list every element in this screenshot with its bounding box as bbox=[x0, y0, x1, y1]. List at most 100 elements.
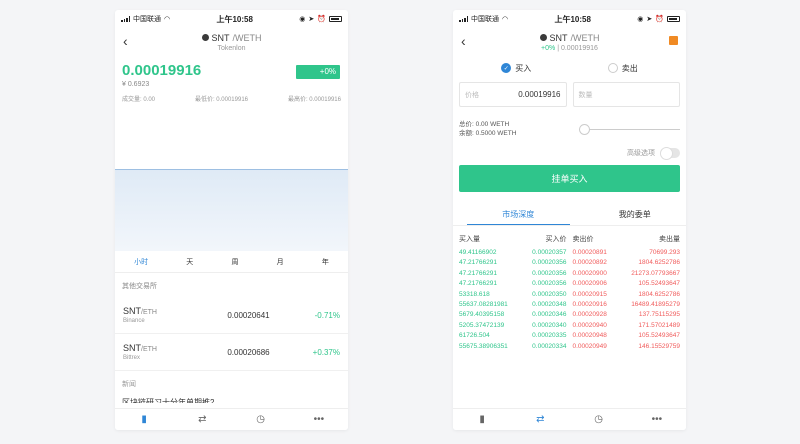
buy-price: 0.00020357 bbox=[532, 249, 567, 256]
exchange-pair-quote: /ETH bbox=[141, 309, 157, 316]
buy-amount: 5679.40395158 bbox=[459, 311, 505, 319]
exchange-row[interactable]: SNT/ETH Binance 0.00020641 -0.71% bbox=[115, 297, 348, 334]
amount-slider[interactable] bbox=[579, 123, 680, 135]
briefcase-icon[interactable] bbox=[669, 36, 678, 45]
pair-quote: /WETH bbox=[232, 32, 262, 43]
tab-month[interactable]: 月 bbox=[277, 257, 284, 267]
back-chevron-icon[interactable]: ‹ bbox=[123, 34, 128, 48]
exchange-pair-base: SNT bbox=[123, 306, 141, 316]
advanced-toggle[interactable] bbox=[660, 147, 680, 160]
place-buy-order-button[interactable]: 挂单买入 bbox=[459, 165, 680, 192]
pair-price: 0.00019916 bbox=[560, 44, 598, 52]
sell-price: 0.00020892 bbox=[572, 259, 607, 267]
sell-price: 0.00020928 bbox=[572, 311, 607, 319]
buy-label: 买入 bbox=[515, 63, 532, 73]
sell-amount: 105.52493647 bbox=[638, 332, 680, 340]
bottom-tab-bar: ▮ ⇄ ◷ ••• bbox=[115, 408, 348, 430]
buy-price: 0.00020334 bbox=[532, 342, 567, 350]
sell-price: 0.00020949 bbox=[572, 342, 607, 350]
buy-amount: 49.41166902 bbox=[459, 249, 497, 256]
tab-week[interactable]: 周 bbox=[231, 257, 238, 267]
pair-title: SNT/WETH bbox=[201, 32, 262, 43]
sell-price: 0.00020891 bbox=[572, 249, 607, 256]
header-buy-price: 买入价 bbox=[545, 236, 567, 243]
order-tabs: 市场深度 我的委单 bbox=[453, 206, 686, 226]
token-icon bbox=[539, 34, 547, 41]
exchange-subtitle: Tokenlon bbox=[217, 44, 246, 52]
exchange-pair-base: SNT bbox=[123, 343, 141, 353]
exchange-price: 0.00020641 bbox=[227, 310, 270, 320]
sell-price: 0.00020916 bbox=[572, 300, 607, 308]
tab-day[interactable]: 天 bbox=[186, 257, 193, 267]
exchange-change: +0.37% bbox=[312, 347, 340, 357]
history-clock-icon[interactable]: ◷ bbox=[589, 412, 609, 428]
sell-amount: 146.15529759 bbox=[638, 342, 680, 350]
sell-label: 卖出 bbox=[621, 63, 638, 73]
depth-row[interactable]: 47.21766291 0.00020356 0.00020906 105.52493… bbox=[453, 279, 686, 289]
news-item[interactable]: 区块链研习十分年单期推2 bbox=[115, 397, 348, 403]
history-clock-icon[interactable]: ◷ bbox=[251, 412, 271, 428]
tab-my-orders[interactable]: 我的委单 bbox=[584, 206, 687, 225]
header-sell-price: 卖出价 bbox=[572, 236, 594, 243]
buy-price: 0.00020356 bbox=[532, 280, 567, 288]
signal-icon bbox=[121, 16, 130, 22]
buy-option[interactable]: ✓ 买入 bbox=[463, 63, 570, 74]
exchange-arrows-icon[interactable]: ⇄ bbox=[192, 412, 212, 428]
advanced-options: 高级选项 bbox=[453, 139, 686, 161]
sell-amount: 105.52493647 bbox=[638, 280, 680, 288]
depth-row[interactable]: 5679.40395158 0.00020346 0.00020928 137.751… bbox=[453, 310, 686, 320]
sell-price: 0.00020940 bbox=[572, 321, 607, 329]
wifi-icon: ◠ bbox=[164, 16, 171, 23]
tab-market-depth[interactable]: 市场深度 bbox=[467, 206, 570, 225]
depth-row[interactable]: 47.21766291 0.00020356 0.00020892 1804.6252… bbox=[453, 258, 686, 268]
buy-amount: 55675.38906351 bbox=[459, 342, 508, 350]
back-chevron-icon[interactable]: ‹ bbox=[461, 34, 466, 48]
buy-amount: 55637.08281981 bbox=[459, 300, 508, 308]
status-bar: 中国联通 ◠ 上午10:58 ◉ ➤ ⏰ bbox=[453, 10, 686, 28]
exchange-arrows-icon[interactable]: ⇄ bbox=[530, 412, 550, 428]
pair-change: +0% bbox=[541, 44, 556, 52]
price-stats: 成交量: 0.00 最低价: 0.00019916 最高价: 0.0001991… bbox=[122, 94, 341, 103]
pair-base: SNT bbox=[211, 32, 230, 43]
more-dots-icon[interactable]: ••• bbox=[647, 412, 667, 428]
depth-row[interactable]: 5205.37472139 0.00020340 0.00020940 171.570… bbox=[453, 321, 686, 331]
total-price: 总价: 0.00 WETH bbox=[459, 121, 510, 128]
quantity-input[interactable]: 数量 bbox=[572, 82, 680, 107]
nav-bar: ‹ SNT/WETH +0% | 0.00019916 bbox=[453, 28, 686, 56]
carrier-label: 中国联通 bbox=[133, 16, 161, 23]
sell-option[interactable]: 卖出 bbox=[570, 63, 677, 74]
sell-amount: 137.75115295 bbox=[638, 311, 680, 319]
news-heading: 新闻 bbox=[122, 381, 136, 388]
buy-price: 0.00020346 bbox=[532, 311, 567, 319]
price-chart[interactable] bbox=[115, 111, 348, 251]
chart-icon[interactable]: ▮ bbox=[134, 412, 154, 428]
tab-hour[interactable]: 小时 bbox=[134, 257, 148, 267]
depth-row[interactable]: 55637.08281981 0.00020348 0.00020916 16489.… bbox=[453, 300, 686, 310]
buy-price: 0.00020350 bbox=[532, 290, 567, 298]
depth-row[interactable]: 53318.618 0.00020350 0.00020915 1804.625278… bbox=[453, 290, 686, 300]
buy-amount: 53318.618 bbox=[459, 290, 490, 298]
price-summary: 0.00019916 ¥ 0.6923 +0% 成交量: 0.00 最低价: 0… bbox=[115, 56, 348, 111]
chart-icon[interactable]: ▮ bbox=[472, 412, 492, 428]
pair-title: SNT/WETH bbox=[539, 33, 600, 43]
lock-rotation-icon: ◉ bbox=[637, 16, 644, 23]
depth-row[interactable]: 61726.504 0.00020335 0.00020948 105.5249364… bbox=[453, 331, 686, 341]
price-input[interactable]: 价格 0.00019916 bbox=[459, 82, 567, 107]
more-dots-icon[interactable]: ••• bbox=[309, 412, 329, 428]
exchange-row[interactable]: SNT/ETH Bittrex 0.00020686 +0.37% bbox=[115, 334, 348, 371]
depth-row[interactable]: 47.21766291 0.00020356 0.00020900 21273.077… bbox=[453, 269, 686, 279]
depth-row[interactable]: 55675.38906351 0.00020334 0.00020949 146.15… bbox=[453, 342, 686, 352]
slider-handle[interactable] bbox=[579, 123, 590, 135]
header-buy-amount: 买入量 bbox=[459, 236, 480, 243]
buy-price: 0.00020356 bbox=[532, 269, 567, 277]
change-badge: +0% bbox=[296, 65, 340, 79]
exchange-change: -0.71% bbox=[314, 310, 340, 320]
sell-amount: 21273.07793667 bbox=[631, 269, 680, 277]
quantity-placeholder: 数量 bbox=[578, 91, 593, 99]
tab-year[interactable]: 年 bbox=[322, 257, 329, 267]
side-selector: ✓ 买入 卖出 bbox=[453, 56, 686, 80]
sell-amount: 1804.6252786 bbox=[638, 259, 680, 267]
sell-price: 0.00020915 bbox=[572, 290, 607, 298]
depth-row[interactable]: 49.41166902 0.00020357 0.00020891 70699.293 bbox=[453, 248, 686, 258]
market-detail-screen: 中国联通 ◠ 上午10:58 ◉ ➤ ⏰ ‹ SNT/WETH Tokenlon… bbox=[115, 10, 348, 430]
